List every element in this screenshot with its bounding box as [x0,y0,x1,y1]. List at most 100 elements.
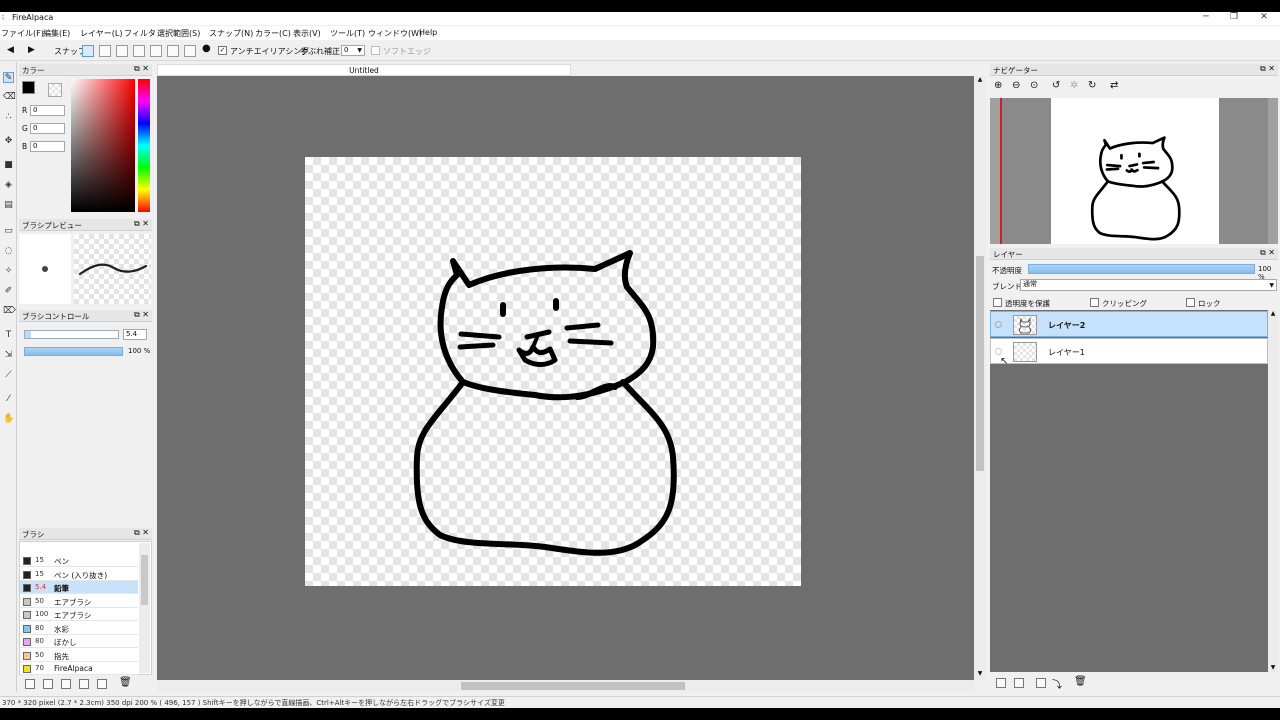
menu-select[interactable]: 選択範囲(S) [157,28,200,39]
scroll-down-icon[interactable]: ▼ [974,670,986,680]
hue-slider[interactable] [138,79,150,212]
new-layer-icon[interactable] [996,678,1006,688]
brush-row[interactable]: 15 ペン (入り抜き) [20,567,138,581]
brush-row[interactable]: 5.4 鉛筆 [20,581,138,594]
hand-tool-icon[interactable]: ✋ [3,414,14,425]
g-input[interactable]: 0 [30,123,65,134]
select-tool-icon[interactable]: ▭ [3,226,14,237]
brush-row[interactable]: 80 水彩 [20,621,138,635]
menu-help[interactable]: Help [419,28,437,37]
menu-filter[interactable]: フィルタ [124,28,156,39]
lock-checkbox[interactable] [1186,298,1195,307]
edit-brush-icon[interactable] [43,679,53,689]
new-brush-icon[interactable] [25,679,35,689]
select-pen-tool-icon[interactable]: ✐ [3,286,14,297]
layer-list-scrollbar[interactable]: ▲ ▼ [1268,310,1278,672]
dot-tool-icon[interactable]: ∴ [3,112,14,123]
snap-circle-icon[interactable] [167,45,179,57]
soft-edge-checkbox[interactable] [371,46,380,55]
canvas-horizontal-scrollbar[interactable] [157,680,974,692]
eraser-tool-icon[interactable]: ⌫ [3,92,16,103]
panel-buttons[interactable]: ⧉ ✕ [134,528,149,538]
scroll-down-icon[interactable]: ▼ [1269,664,1277,672]
brush-row[interactable]: 50 エアブラシ [20,594,138,608]
trash-icon[interactable]: 🗑 [1074,676,1087,687]
brush-opacity-slider[interactable] [24,347,123,356]
menu-edit[interactable]: 編集(E) [43,28,70,39]
zoom-out-icon[interactable]: ⊖ [1012,80,1020,91]
blend-mode-select[interactable]: 通常 ▼ [1020,279,1277,291]
gradient-tool-icon[interactable]: ▤ [3,200,14,211]
scroll-thumb[interactable] [461,682,685,690]
merge-layer-icon[interactable]: ⤵ [1052,676,1062,691]
new-folder-icon[interactable] [1014,678,1024,688]
text-tool-icon[interactable]: T [3,330,14,341]
maximize-button[interactable]: ❐ [1220,12,1248,25]
menu-file[interactable]: ファイル(F) [1,28,44,39]
pen-tool-icon[interactable]: ✎ [3,72,14,83]
rotate-reset-icon[interactable]: ✲ [1070,80,1078,91]
select-eraser-tool-icon[interactable]: ⌦ [3,306,16,317]
stabilizer-select[interactable]: 0 ▼ [341,45,365,56]
snap-grid-icon[interactable] [116,45,128,57]
lasso-tool-icon[interactable]: ◌ [3,246,14,257]
r-input[interactable]: 0 [30,105,65,116]
layer-row-layer2[interactable]: レイヤー2 [990,311,1268,337]
scroll-thumb[interactable] [141,555,148,605]
snap-parallel-icon[interactable] [99,45,111,57]
snap-settings-icon[interactable]: ● [202,43,211,54]
panel-buttons[interactable]: ⧉ ✕ [134,310,149,320]
brush-row[interactable]: 15 ペン [20,554,138,567]
zoom-reset-icon[interactable]: ⊙ [1030,80,1038,91]
layer-row-layer1[interactable]: レイヤー1 [990,338,1268,364]
scroll-up-icon[interactable]: ▲ [974,76,986,86]
snap-lines-icon[interactable] [133,45,145,57]
brush-size-input[interactable]: 5.4 [123,329,147,340]
trash-icon[interactable]: 🗑 [119,677,132,688]
brush-row[interactable]: 100 エアブラシ [20,608,138,621]
document-tab[interactable]: Untitled [157,64,571,76]
antialias-checkbox[interactable]: ✓ [218,46,227,55]
layer-opacity-slider[interactable] [1028,264,1255,274]
snap-curve-icon[interactable] [184,45,196,57]
menu-color[interactable]: カラー(C) [255,28,291,39]
operation-tool-icon[interactable]: ⇲ [3,350,14,361]
close-button[interactable]: ✕ [1250,12,1278,25]
foreground-swatch[interactable] [22,81,35,94]
brush-list-scrollbar[interactable] [139,543,150,673]
drawing-canvas[interactable] [305,157,801,586]
undo-icon[interactable]: ◀ [7,45,14,55]
protect-alpha-checkbox[interactable] [993,298,1002,307]
panel-buttons[interactable]: ⧉ ✕ [1260,248,1275,258]
magic-wand-tool-icon[interactable]: ✧ [3,266,14,277]
brush-row[interactable]: 70 FireAlpaca [20,662,138,675]
import-brush-icon[interactable] [61,679,71,689]
rotate-right-icon[interactable]: ↻ [1088,80,1096,91]
duplicate-layer-icon[interactable] [1036,678,1046,688]
rotate-left-icon[interactable]: ↺ [1052,80,1060,91]
menu-snap[interactable]: スナップ(N) [209,28,253,39]
canvas-area[interactable] [157,76,974,680]
divide-tool-icon[interactable]: ⟋ [3,370,14,381]
move-tool-icon[interactable]: ✥ [3,136,14,147]
eyedropper-tool-icon[interactable]: ⁄ [3,394,14,405]
panel-buttons[interactable]: ⧉ ✕ [1260,64,1275,74]
zoom-in-icon[interactable]: ⊕ [994,80,1002,91]
snap-off-icon[interactable] [82,45,94,57]
panel-buttons[interactable]: ⧉ ✕ [134,219,149,229]
menu-view[interactable]: 表示(V) [293,28,321,39]
redo-icon[interactable]: ▶ [28,45,35,55]
bucket-tool-icon[interactable]: ◈ [3,180,14,191]
scroll-thumb[interactable] [976,256,984,471]
brush-size-slider[interactable] [24,330,119,339]
brush-row[interactable]: 50 指先 [20,648,138,662]
visibility-eye-icon[interactable] [995,348,1002,355]
clipping-checkbox[interactable] [1090,298,1099,307]
scroll-up-icon[interactable]: ▲ [1269,310,1277,318]
menu-layer[interactable]: レイヤー(L) [80,28,122,39]
snap-radial-icon[interactable] [150,45,162,57]
flip-icon[interactable]: ⇄ [1110,80,1118,91]
duplicate-brush-icon[interactable] [97,679,107,689]
panel-buttons[interactable]: ⧉ ✕ [134,64,149,74]
fill-rect-tool-icon[interactable]: ■ [3,160,14,171]
